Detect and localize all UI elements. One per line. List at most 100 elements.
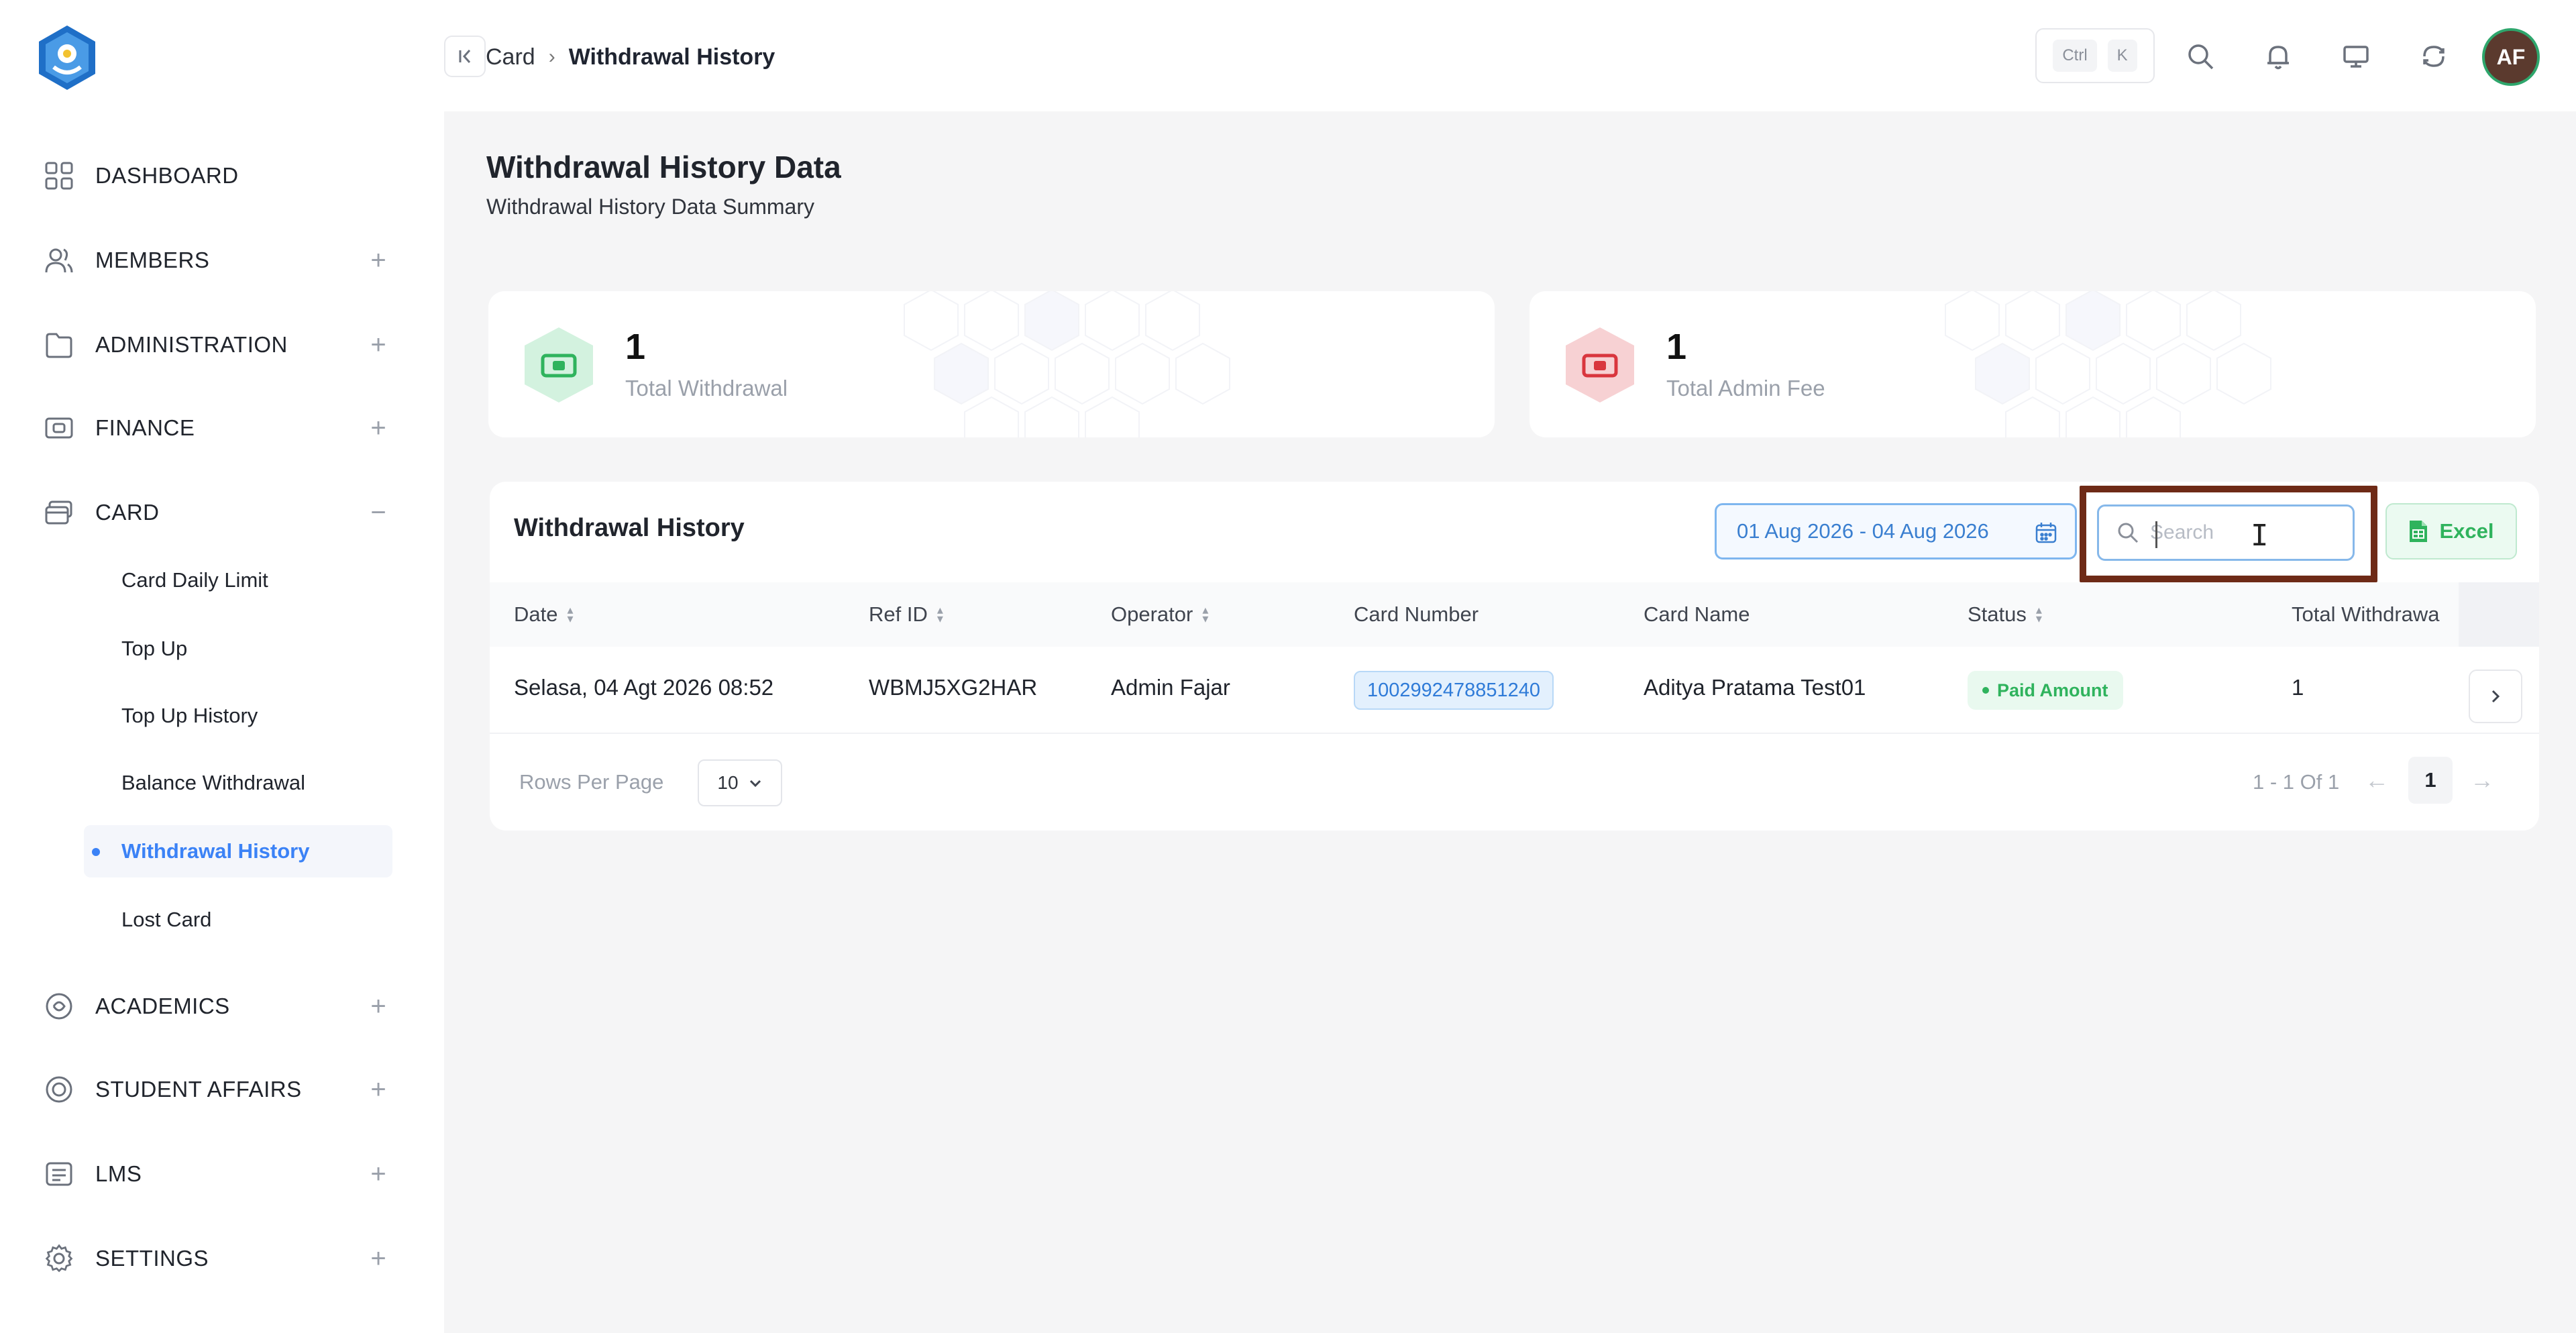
cell-operator: Admin Fajar bbox=[1111, 675, 1230, 700]
lms-icon bbox=[43, 1158, 75, 1190]
expand-icon[interactable]: + bbox=[365, 1245, 392, 1272]
breadcrumb-item-card[interactable]: Card bbox=[486, 44, 535, 70]
kbd-k: K bbox=[2107, 40, 2137, 72]
monitor-icon[interactable] bbox=[2337, 38, 2375, 75]
text-caret bbox=[2155, 521, 2157, 548]
cash-icon bbox=[525, 327, 593, 403]
page-subtitle: Withdrawal History Data Summary bbox=[486, 195, 814, 219]
table-header: Date ▴ ▾ Ref ID ▴ ▾ Operator ▴ ▾ Card Numbe… bbox=[490, 582, 2539, 647]
subitem-label: Card Daily Limit bbox=[121, 568, 268, 592]
refresh-icon[interactable] bbox=[2415, 38, 2453, 75]
school-emblem-icon[interactable] bbox=[32, 23, 102, 93]
expand-icon[interactable]: + bbox=[365, 1161, 392, 1187]
pagination-info: 1 - 1 Of 1 bbox=[2253, 770, 2340, 794]
collapse-left-icon[interactable] bbox=[444, 36, 486, 77]
search-input-wrapper[interactable]: I bbox=[2097, 504, 2355, 561]
subitem-label: Lost Card bbox=[121, 908, 212, 931]
cell-ref-id: WBMJ5XG2HAR bbox=[869, 675, 1038, 700]
sidebar-subitem-card-daily-limit[interactable]: Card Daily Limit bbox=[84, 554, 392, 606]
sidebar-item-label: ACADEMICS bbox=[95, 994, 230, 1018]
stat-card-total-withdrawal: 1 Total Withdrawal bbox=[488, 291, 1495, 437]
cash-icon bbox=[1566, 327, 1634, 403]
row-detail-button[interactable] bbox=[2469, 670, 2522, 723]
cell-card-name: Aditya Pratama Test01 bbox=[1644, 675, 1866, 700]
expand-icon[interactable]: + bbox=[365, 1076, 392, 1103]
sidebar-subitem-balance-withdrawal[interactable]: Balance Withdrawal bbox=[84, 757, 392, 809]
rows-per-page-value: 10 bbox=[717, 772, 739, 793]
rows-per-page-select[interactable]: 10 bbox=[698, 759, 782, 806]
table-row[interactable]: Selasa, 04 Agt 2026 08:52 WBMJ5XG2HAR Ad… bbox=[490, 647, 2539, 734]
sidebar-subitem-withdrawal-history[interactable]: Withdrawal History bbox=[84, 825, 392, 877]
users-icon bbox=[43, 244, 75, 276]
gear-icon bbox=[43, 1242, 75, 1275]
subitem-label: Withdrawal History bbox=[121, 839, 310, 863]
sidebar-item-finance[interactable]: FINANCE + bbox=[43, 401, 392, 455]
sidebar-item-lms[interactable]: LMS + bbox=[43, 1147, 392, 1201]
top-header: Card › Withdrawal History Ctrl K AF bbox=[444, 0, 2576, 111]
sticky-column-header bbox=[2459, 582, 2539, 647]
expand-icon[interactable]: + bbox=[365, 247, 392, 274]
page-number-button[interactable]: 1 bbox=[2408, 757, 2453, 804]
sort-icon: ▴ ▾ bbox=[2035, 603, 2042, 625]
collapse-icon[interactable]: − bbox=[365, 499, 392, 526]
kbd-ctrl: Ctrl bbox=[2053, 40, 2097, 72]
prev-page-icon[interactable]: ← bbox=[2365, 766, 2389, 794]
sidebar-item-administration[interactable]: ADMINISTRATION + bbox=[43, 318, 392, 372]
sidebar-item-card[interactable]: CARD − bbox=[43, 486, 392, 539]
expand-icon[interactable]: + bbox=[365, 415, 392, 441]
column-label: Card Number bbox=[1354, 602, 1479, 626]
academics-icon bbox=[43, 990, 75, 1022]
sidebar-subitem-top-up[interactable]: Top Up bbox=[84, 623, 392, 675]
sidebar-subitem-lost-card[interactable]: Lost Card bbox=[84, 894, 392, 946]
cell-total-withdrawal: 1 bbox=[2292, 675, 2304, 700]
sidebar-item-label: STUDENT AFFAIRS bbox=[95, 1077, 302, 1102]
sidebar-item-settings[interactable]: SETTINGS + bbox=[43, 1232, 392, 1285]
column-header-status[interactable]: Status ▴ ▾ bbox=[1968, 602, 2042, 627]
rows-per-page-label: Rows Per Page bbox=[519, 770, 664, 794]
column-label: Ref ID bbox=[869, 602, 928, 626]
page-title: Withdrawal History Data bbox=[486, 150, 841, 184]
expand-icon[interactable]: + bbox=[365, 993, 392, 1020]
stat-label: Total Admin Fee bbox=[1666, 376, 1825, 401]
breadcrumb: Card › Withdrawal History bbox=[486, 40, 775, 74]
expand-icon[interactable]: + bbox=[365, 331, 392, 358]
sidebar-item-members[interactable]: MEMBERS + bbox=[43, 233, 392, 287]
subitem-label: Top Up bbox=[121, 637, 188, 660]
sort-icon: ▴ ▾ bbox=[567, 603, 574, 625]
export-excel-button[interactable]: Excel bbox=[2385, 503, 2517, 559]
sidebar-subitem-top-up-history[interactable]: Top Up History bbox=[84, 690, 392, 742]
search-input[interactable] bbox=[2150, 521, 2318, 544]
excel-file-icon bbox=[2410, 521, 2428, 542]
stat-value: 1 bbox=[1666, 327, 1687, 367]
cell-date: Selasa, 04 Agt 2026 08:52 bbox=[514, 675, 774, 700]
date-range-picker[interactable]: 01 Aug 2026 - 04 Aug 2026 bbox=[1715, 503, 2077, 559]
search-icon bbox=[2118, 523, 2139, 543]
folder-icon bbox=[43, 329, 75, 361]
sidebar-item-dashboard[interactable]: DASHBOARD bbox=[43, 149, 392, 203]
column-label: Total Withdrawa bbox=[2292, 602, 2440, 626]
next-page-icon[interactable]: → bbox=[2470, 766, 2494, 794]
command-palette-shortcut[interactable]: Ctrl K bbox=[2035, 28, 2155, 83]
avatar[interactable]: AF bbox=[2482, 28, 2540, 86]
date-range-value: 01 Aug 2026 - 04 Aug 2026 bbox=[1737, 519, 1989, 543]
column-header-operator[interactable]: Operator ▴ ▾ bbox=[1111, 602, 1208, 627]
grid-icon bbox=[43, 160, 75, 192]
bell-icon[interactable] bbox=[2259, 38, 2297, 75]
column-header-ref-id[interactable]: Ref ID ▴ ▾ bbox=[869, 602, 943, 627]
sidebar-item-label: CARD bbox=[95, 500, 160, 525]
chevron-right-icon bbox=[2491, 690, 2500, 703]
sidebar-item-label: FINANCE bbox=[95, 415, 195, 440]
breadcrumb-item-current: Withdrawal History bbox=[568, 44, 775, 70]
sidebar-item-academics[interactable]: ACADEMICS + bbox=[43, 979, 392, 1033]
column-header-date[interactable]: Date ▴ ▾ bbox=[514, 602, 574, 627]
breadcrumb-separator: › bbox=[548, 46, 555, 68]
column-header-card-number: Card Number bbox=[1354, 602, 1479, 627]
sidebar-item-label: DASHBOARD bbox=[95, 163, 239, 188]
sidebar: DASHBOARD MEMBERS + ADMINISTRATION + FIN… bbox=[0, 0, 444, 1333]
sort-icon: ▴ ▾ bbox=[1202, 603, 1209, 625]
text-cursor-icon: I bbox=[2251, 519, 2269, 553]
sidebar-item-student-affairs[interactable]: STUDENT AFFAIRS + bbox=[43, 1063, 392, 1116]
search-icon[interactable] bbox=[2182, 38, 2219, 75]
column-label: Date bbox=[514, 602, 558, 626]
calendar-icon bbox=[2035, 523, 2057, 543]
